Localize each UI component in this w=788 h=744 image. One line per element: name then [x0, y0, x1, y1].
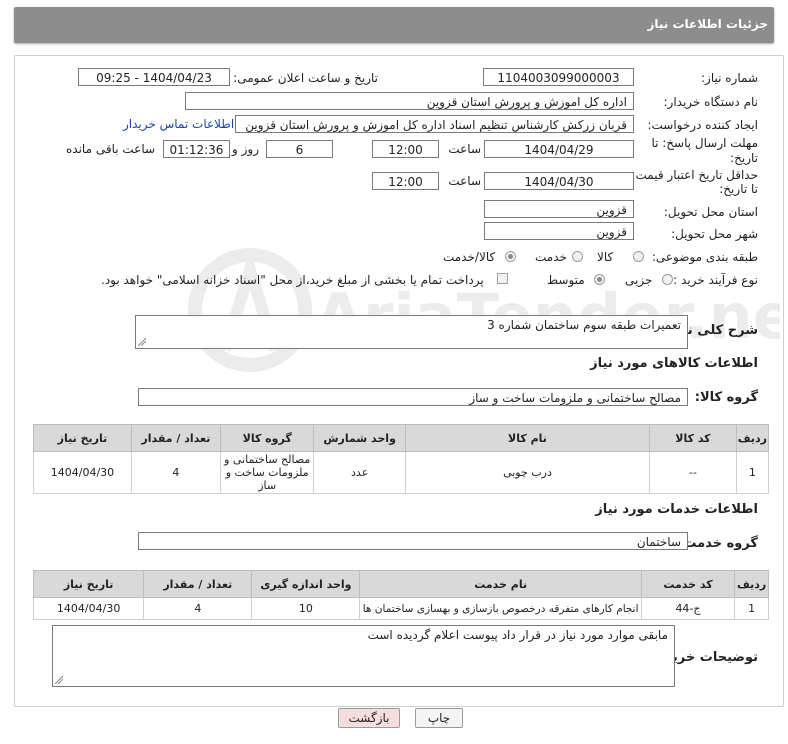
- validity-date-field[interactable]: 1404/04/30: [484, 172, 634, 190]
- validity-label-date: تا تاریخ:: [719, 182, 758, 196]
- services-cell-qty: 4: [143, 597, 253, 620]
- buyer-org-field[interactable]: اداره کل اموزش و پرورش استان قزوین: [185, 92, 634, 110]
- resize-grip-icon[interactable]: [55, 676, 63, 684]
- category-option-goods: کالا: [597, 250, 614, 264]
- goods-cell-unit: عدد: [313, 451, 406, 494]
- table-row[interactable]: 1 -- درب چوبی عدد مصالح ساختمانی و ملزوم…: [33, 451, 770, 494]
- services-cell-code: ج-44: [640, 597, 736, 620]
- back-button[interactable]: بازگشت: [338, 708, 400, 728]
- services-section-title: اطلاعات خدمات مورد نیاز: [595, 502, 758, 517]
- goods-col-date: تاریخ نیاز: [33, 424, 132, 452]
- services-col-date: تاریخ نیاز: [32, 570, 145, 598]
- creator-field[interactable]: قربان زرکش کارشناس تنظیم اسناد اداره کل …: [235, 115, 634, 133]
- time-remaining-label: ساعت باقی مانده: [66, 142, 156, 156]
- goods-group-field[interactable]: مصالح ساختمانی و ملزومات ساخت و ساز: [138, 388, 688, 406]
- goods-group-label: گروه کالا:: [694, 390, 758, 405]
- deadline-time-field[interactable]: 12:00: [372, 140, 439, 158]
- services-col-qty: تعداد / مقدار: [143, 570, 253, 598]
- category-label: طبقه بندی موضوعی:: [651, 250, 758, 264]
- goods-col-group: گروه کالا: [219, 424, 315, 452]
- goods-cell-group: مصالح ساختمانی و ملزومات ساخت و ساز: [219, 451, 315, 494]
- services-cell-date: 1404/04/30: [32, 597, 145, 620]
- goods-cell-qty: 4: [130, 451, 221, 494]
- treasury-payment-checkbox[interactable]: [497, 273, 508, 284]
- validity-time-field[interactable]: 12:00: [372, 172, 439, 190]
- buyer-notes-textarea[interactable]: مابقی موارد مورد نیاز در قرار داد پیوست …: [52, 625, 675, 687]
- goods-col-row: ردیف: [735, 424, 770, 452]
- services-table: ردیف کد خدمت نام خدمت واحد اندازه گیری ت…: [32, 570, 769, 620]
- process-radio-medium[interactable]: [594, 274, 605, 285]
- summary-textarea[interactable]: تعمیرات طبقه سوم ساختمان شماره 3: [135, 315, 688, 349]
- process-label: نوع فرآیند خرید :: [673, 273, 758, 287]
- buyer-org-label: نام دستگاه خریدار:: [663, 95, 759, 109]
- page-title: جزئیات اطلاعات نیاز: [647, 17, 768, 31]
- services-col-code: کد خدمت: [640, 570, 736, 598]
- goods-table: ردیف کد کالا نام کالا واحد شمارش گروه کا…: [33, 424, 770, 494]
- process-option-medium: متوسط: [547, 273, 585, 287]
- need-number-field[interactable]: 1104003099000003: [483, 68, 634, 86]
- category-radio-goods-service[interactable]: [505, 251, 516, 262]
- services-col-name: نام خدمت: [359, 570, 642, 598]
- city-label: شهر محل تحویل:: [671, 227, 758, 241]
- buyer-contact-link[interactable]: اطلاعات تماس خریدار: [123, 117, 234, 131]
- services-col-unit: واحد اندازه گیری: [251, 570, 361, 598]
- services-cell-row: 1: [734, 597, 769, 620]
- days-label: روز و: [232, 142, 259, 156]
- services-col-row: ردیف: [734, 570, 769, 598]
- deadline-date-field[interactable]: 1404/04/29: [484, 140, 634, 158]
- category-radio-service[interactable]: [572, 251, 583, 262]
- goods-col-unit: واحد شمارش: [313, 424, 406, 452]
- resize-grip-icon[interactable]: [138, 338, 146, 346]
- announce-datetime-field[interactable]: 1404/04/23 - 09:25: [78, 68, 230, 86]
- goods-cell-name: درب چوبی: [404, 451, 651, 494]
- table-row[interactable]: 1 ج-44 انجام کارهای متفرقه درخصوص بازساز…: [32, 597, 769, 620]
- creator-label: ایجاد کننده درخواست:: [647, 118, 758, 132]
- process-option-minor: جزیی: [625, 273, 653, 287]
- province-label: استان محل تحویل:: [663, 205, 758, 219]
- treasury-payment-note: پرداخت تمام یا بخشی از مبلغ خرید،از محل …: [101, 273, 484, 287]
- city-field[interactable]: قزوین: [484, 222, 634, 240]
- goods-cell-date: 1404/04/30: [33, 451, 132, 494]
- deadline-label-date: تاریخ:: [730, 151, 758, 165]
- services-group-field[interactable]: ساختمان: [138, 532, 688, 550]
- category-radio-goods[interactable]: [633, 251, 644, 262]
- province-field[interactable]: قزوین: [484, 200, 634, 218]
- services-cell-name: انجام کارهای متفرقه درخصوص بازسازی و بهس…: [359, 597, 642, 620]
- deadline-time-label: ساعت: [448, 142, 481, 156]
- announce-label: تاریخ و ساعت اعلان عمومی:: [233, 71, 378, 85]
- goods-col-qty: تعداد / مقدار: [130, 424, 221, 452]
- buyer-notes-text: مابقی موارد مورد نیاز در قرار داد پیوست …: [367, 628, 668, 642]
- validity-time-label: ساعت: [448, 174, 481, 188]
- goods-cell-row: 1: [735, 451, 770, 494]
- goods-col-name: نام کالا: [404, 424, 651, 452]
- deadline-label: مهلت ارسال پاسخ: تا: [651, 136, 758, 150]
- services-group-label: گروه خدمت:: [678, 536, 758, 551]
- time-remaining-field[interactable]: 01:12:36: [163, 140, 230, 158]
- need-number-label: شماره نیاز:: [701, 71, 758, 85]
- summary-text: تعمیرات طبقه سوم ساختمان شماره 3: [487, 318, 681, 332]
- goods-col-code: کد کالا: [649, 424, 737, 452]
- services-cell-unit: 10: [251, 597, 361, 620]
- category-option-goods-service: کالا/خدمت: [443, 250, 496, 264]
- validity-label: حداقل تاریخ اعتبار قیمت:: [631, 168, 758, 182]
- print-button[interactable]: چاپ: [415, 708, 463, 728]
- process-radio-minor[interactable]: [662, 274, 673, 285]
- goods-cell-code: --: [649, 451, 737, 494]
- category-option-service: خدمت: [535, 250, 567, 264]
- days-remaining-field[interactable]: 6: [266, 140, 333, 158]
- goods-section-title: اطلاعات کالاهای مورد نیاز: [590, 356, 758, 371]
